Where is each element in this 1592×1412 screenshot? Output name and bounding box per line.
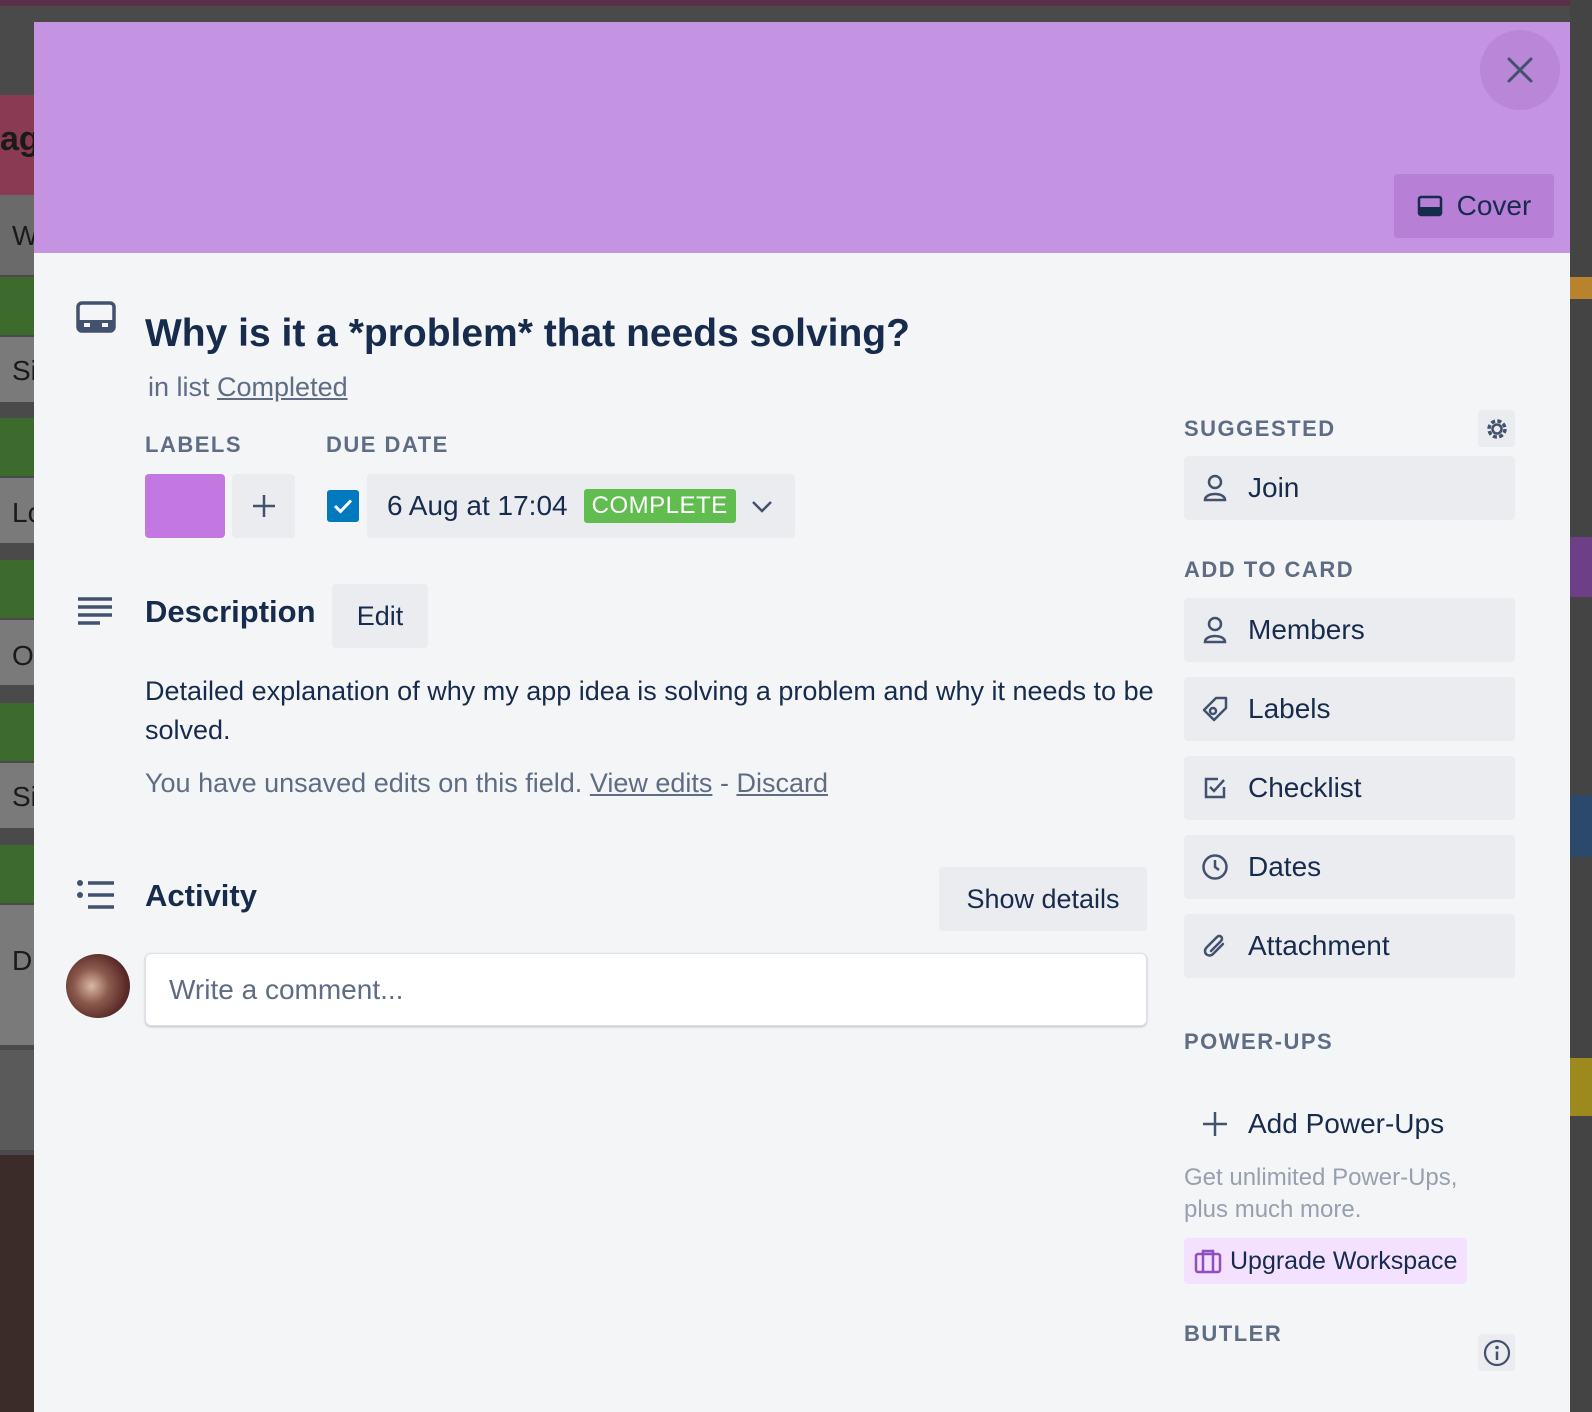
card-title[interactable]: Why is it a *problem* that needs solving… (145, 312, 910, 356)
attachment-label: Attachment (1248, 930, 1390, 961)
view-edits-link[interactable]: View edits (590, 768, 713, 798)
briefcase-icon (1194, 1249, 1222, 1274)
activity-heading: Activity (145, 878, 257, 913)
dates-label: Dates (1248, 851, 1322, 882)
card-cover: Cover (34, 22, 1570, 253)
show-details-button[interactable]: Show details (939, 867, 1147, 931)
upgrade-workspace-button[interactable]: Upgrade Workspace (1184, 1238, 1468, 1284)
person-icon (1203, 616, 1227, 644)
add-powerups-button[interactable]: Add Power-Ups (1184, 1092, 1515, 1156)
cover-button-label: Cover (1456, 190, 1532, 221)
dates-button[interactable]: Dates (1184, 835, 1515, 899)
due-date-checkbox[interactable] (327, 490, 359, 522)
cover-icon (1417, 195, 1442, 217)
chevron-down-icon (751, 501, 772, 513)
plus-icon (1203, 1112, 1227, 1136)
card-detail-modal: Cover Why is it a *problem* that needs s… (34, 22, 1570, 1412)
edit-description-button[interactable]: Edit (332, 584, 428, 648)
board-top-strip (0, 0, 1592, 6)
checklist-button[interactable]: Checklist (1184, 756, 1515, 820)
checklist-label: Checklist (1248, 772, 1362, 803)
gear-icon (1486, 418, 1507, 439)
labels-heading: LABELS (145, 432, 242, 457)
checklist-icon (1204, 777, 1226, 799)
due-date-button[interactable]: 6 Aug at 17:04 COMPLETE (367, 474, 795, 538)
board-card-label (0, 560, 34, 618)
checkmark-icon (333, 499, 353, 514)
label-chip[interactable] (145, 474, 225, 538)
discard-link[interactable]: Discard (736, 768, 828, 798)
description-text[interactable]: Detailed explanation of why my app idea … (145, 672, 1155, 750)
board-right-label (1570, 277, 1592, 299)
board-add-card (0, 1050, 34, 1150)
board-glyph: D (12, 945, 33, 976)
unsaved-edits-text: You have unsaved edits on this field. (145, 768, 583, 798)
board-card-label (0, 845, 34, 903)
board-card-label (0, 418, 34, 476)
board-glyph: O (12, 640, 34, 671)
due-date-heading: DUE DATE (326, 432, 449, 457)
info-icon (1483, 1339, 1510, 1366)
tag-icon (1202, 696, 1228, 722)
add-label-button[interactable] (232, 474, 295, 538)
suggested-settings-button[interactable] (1478, 410, 1515, 447)
members-button[interactable]: Members (1184, 598, 1515, 662)
labels-label: Labels (1248, 693, 1331, 724)
board-background-photo (0, 1155, 34, 1412)
upgrade-workspace-label: Upgrade Workspace (1230, 1246, 1458, 1275)
join-button[interactable]: Join (1184, 456, 1515, 520)
board-card-label (0, 277, 34, 335)
board-right-label (1570, 1058, 1592, 1116)
person-icon (1203, 474, 1227, 502)
paperclip-icon (1203, 934, 1225, 957)
board-right-edge (1570, 0, 1592, 1412)
separator: - (719, 768, 729, 798)
comment-input[interactable] (145, 953, 1147, 1026)
attachment-button[interactable]: Attachment (1184, 914, 1515, 978)
clock-icon (1202, 854, 1228, 880)
add-to-card-heading: ADD TO CARD (1184, 557, 1355, 582)
card-icon (76, 301, 116, 333)
plus-icon (252, 495, 275, 517)
powerups-heading: POWER-UPS (1184, 1029, 1334, 1054)
activity-icon (77, 880, 114, 909)
board-right-label (1570, 795, 1592, 857)
powerups-note: Get unlimited Power-Ups, plus much more. (1184, 1164, 1458, 1223)
labels-button[interactable]: Labels (1184, 677, 1515, 741)
description-heading: Description (145, 594, 316, 629)
cover-button[interactable]: Cover (1394, 174, 1554, 238)
unsaved-edits-notice: You have unsaved edits on this field. Vi… (145, 768, 828, 799)
board-right-label (1570, 537, 1592, 597)
description-icon (78, 597, 112, 625)
board-card-label (0, 703, 34, 761)
list-breadcrumb: in list Completed (148, 372, 348, 403)
members-label: Members (1248, 614, 1365, 645)
suggested-heading: SUGGESTED (1184, 416, 1336, 441)
butler-info-button[interactable] (1478, 1334, 1515, 1371)
status-badge: COMPLETE (583, 489, 736, 523)
due-date-value: 6 Aug at 17:04 (387, 490, 568, 521)
butler-heading: BUTLER (1184, 1321, 1283, 1346)
close-icon (1507, 57, 1533, 83)
in-list-prefix: in list (148, 372, 210, 402)
avatar[interactable] (66, 954, 130, 1018)
add-powerups-label: Add Power-Ups (1248, 1108, 1445, 1139)
join-label: Join (1248, 472, 1300, 503)
list-link[interactable]: Completed (217, 372, 348, 402)
close-button[interactable] (1480, 30, 1560, 110)
